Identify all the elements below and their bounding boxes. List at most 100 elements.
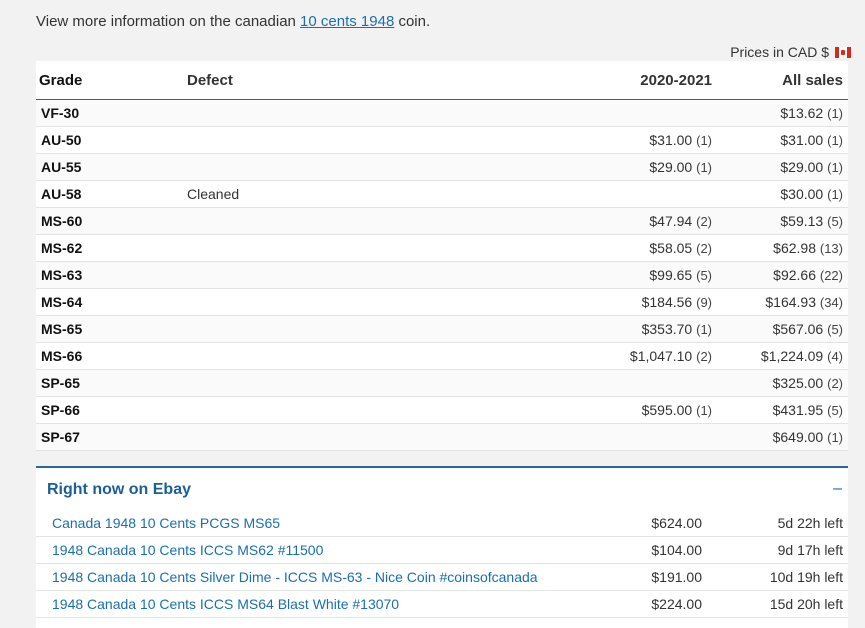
period-price-cell: $1,047.10 (2) [487, 348, 712, 364]
all-sales-cell: $325.00 (2) [712, 375, 848, 391]
all-sales-cell: $649.00 (1) [712, 429, 848, 445]
ebay-listing-link[interactable]: 1948 Canada 10 Cents ICCS MS62 #11500 [36, 542, 604, 558]
ebay-listing-time-left: 10d 19h left [769, 569, 843, 585]
period-price: $353.70 [641, 321, 693, 337]
ebay-listing-time-left: 15d 20h left [769, 596, 843, 612]
ebay-panel: Right now on Ebay – Canada 1948 10 Cents… [36, 466, 848, 628]
grade-cell: MS-60 [41, 213, 83, 229]
period-price: $1,047.10 [629, 348, 693, 364]
period-count: (5) [696, 268, 712, 283]
all-sales-count: (34) [819, 295, 843, 310]
period-price-cell: $29.00 (1) [487, 159, 712, 175]
period-count: (2) [696, 241, 712, 256]
price-table: Grade Defect 2020-2021 All sales VF-30 $… [36, 61, 848, 451]
grade-cell: MS-65 [41, 321, 83, 337]
ebay-listings: Canada 1948 10 Cents PCGS MS65 $624.00 5d … [36, 510, 848, 618]
ebay-listing-link[interactable]: 1948 Canada 10 Cents Silver Dime - ICCS … [36, 569, 604, 585]
prices-note-label: Prices in CAD $ [730, 44, 829, 60]
all-sales-cell: $13.62 (1) [712, 105, 848, 121]
period-price: $31.00 [649, 132, 693, 148]
all-sales-price: $164.93 [765, 294, 816, 310]
all-sales-count: (22) [819, 268, 843, 283]
header-grade: Grade [39, 71, 83, 89]
grade-cell: VF-30 [41, 105, 80, 121]
period-count: (1) [696, 403, 712, 418]
table-row: AU-58 Cleaned $30.00 (1) [36, 181, 848, 208]
all-sales-price: $92.66 [773, 267, 816, 283]
all-sales-cell: $92.66 (22) [712, 267, 848, 283]
all-sales-cell: $29.00 (1) [712, 159, 848, 175]
period-price-cell: $31.00 (1) [487, 132, 712, 148]
grade-cell: SP-66 [41, 402, 80, 418]
table-row: MS-62 $58.05 (2) $62.98 (13) [36, 235, 848, 262]
all-sales-cell: $30.00 (1) [712, 186, 848, 202]
period-price-cell: $47.94 (2) [487, 213, 712, 229]
all-sales-cell: $1,224.09 (4) [712, 348, 848, 364]
ebay-listing-row: 1948 Canada 10 Cents ICCS MS64 Blast Whi… [36, 591, 848, 618]
all-sales-count: (1) [827, 187, 843, 202]
period-price-cell: $353.70 (1) [487, 321, 712, 337]
table-row: VF-30 $13.62 (1) [36, 100, 848, 127]
period-price-cell: $58.05 (2) [487, 240, 712, 256]
table-header-row: Grade Defect 2020-2021 All sales [36, 61, 848, 100]
ebay-listing-row: 1948 Canada 10 Cents ICCS MS62 #11500 $10… [36, 537, 848, 564]
intro-prefix: View more information on the canadian [36, 13, 301, 30]
table-row: SP-67 $649.00 (1) [36, 424, 848, 451]
all-sales-count: (1) [827, 430, 843, 445]
period-price-cell: $184.56 (9) [487, 294, 712, 310]
intro-suffix: coin. [394, 13, 431, 30]
all-sales-cell: $31.00 (1) [712, 132, 848, 148]
header-all-sales: All sales [782, 71, 843, 89]
all-sales-count: (4) [827, 349, 843, 364]
all-sales-count: (1) [827, 106, 843, 121]
table-row: SP-65 $325.00 (2) [36, 370, 848, 397]
all-sales-price: $13.62 [780, 105, 824, 121]
header-defect: Defect [187, 71, 233, 89]
all-sales-price: $567.06 [772, 321, 824, 337]
all-sales-price: $30.00 [780, 186, 824, 202]
ebay-listing-link[interactable]: 1948 Canada 10 Cents ICCS MS64 Blast Whi… [36, 596, 604, 612]
all-sales-count: (5) [827, 322, 843, 337]
defect-cell: Cleaned [187, 186, 240, 202]
table-row: MS-60 $47.94 (2) $59.13 (5) [36, 208, 848, 235]
period-price: $29.00 [649, 159, 693, 175]
ebay-listing-price: $224.00 [651, 596, 702, 612]
all-sales-price: $649.00 [772, 429, 824, 445]
table-row: AU-50 $31.00 (1) $31.00 (1) [36, 127, 848, 154]
ebay-listing-row: Canada 1948 10 Cents PCGS MS65 $624.00 5d … [36, 510, 848, 537]
all-sales-price: $1,224.09 [760, 348, 824, 364]
all-sales-count: (5) [827, 214, 843, 229]
all-sales-cell: $567.06 (5) [712, 321, 848, 337]
all-sales-count: (2) [827, 376, 843, 391]
all-sales-cell: $59.13 (5) [712, 213, 848, 229]
all-sales-cell: $431.95 (5) [712, 402, 848, 418]
all-sales-count: (5) [827, 403, 843, 418]
table-body: VF-30 $13.62 (1) AU-50 $31.00 (1) $31.00 (1… [36, 100, 848, 451]
all-sales-count: (1) [827, 160, 843, 175]
period-price: $58.05 [649, 240, 693, 256]
collapse-toggle-icon[interactable]: – [833, 480, 842, 498]
period-count: (1) [696, 133, 712, 148]
grade-cell: AU-55 [41, 159, 82, 175]
ebay-listing-link[interactable]: Canada 1948 10 Cents PCGS MS65 [36, 515, 604, 531]
coin-link[interactable]: 10 cents 1948 [300, 13, 394, 30]
ebay-listing-time-left: 5d 22h left [777, 515, 843, 531]
grade-cell: SP-67 [41, 429, 80, 445]
ebay-listing-row: 1948 Canada 10 Cents Silver Dime - ICCS … [36, 564, 848, 591]
table-row: MS-65 $353.70 (1) $567.06 (5) [36, 316, 848, 343]
table-row: MS-66 $1,047.10 (2) $1,224.09 (4) [36, 343, 848, 370]
grade-cell: MS-62 [41, 240, 83, 256]
table-row: MS-64 $184.56 (9) $164.93 (34) [36, 289, 848, 316]
prices-currency-note: Prices in CAD $ [730, 44, 851, 60]
period-count: (2) [696, 214, 712, 229]
ebay-listing-price: $624.00 [651, 515, 702, 531]
all-sales-price: $325.00 [772, 375, 824, 391]
table-row: AU-55 $29.00 (1) $29.00 (1) [36, 154, 848, 181]
ebay-listing-time-left: 9d 17h left [777, 542, 843, 558]
period-price: $99.65 [649, 267, 693, 283]
all-sales-price: $29.00 [780, 159, 824, 175]
grade-cell: AU-50 [41, 132, 82, 148]
intro-text: View more information on the canadian 10… [36, 13, 430, 30]
all-sales-price: $62.98 [773, 240, 816, 256]
grade-cell: MS-66 [41, 348, 83, 364]
